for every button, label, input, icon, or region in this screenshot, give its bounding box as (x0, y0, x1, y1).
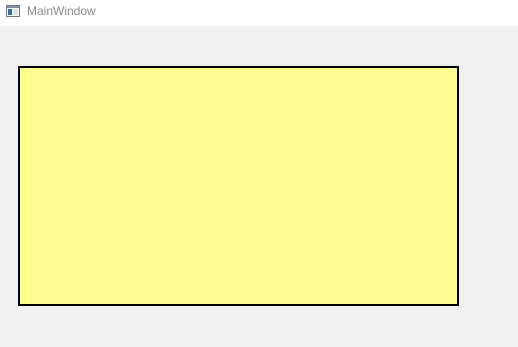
window-title: MainWindow (27, 4, 96, 18)
yellow-panel (18, 66, 459, 306)
title-bar[interactable]: MainWindow (0, 0, 518, 26)
client-area (0, 26, 518, 347)
main-window: MainWindow (0, 0, 518, 347)
app-window-icon (6, 4, 20, 17)
